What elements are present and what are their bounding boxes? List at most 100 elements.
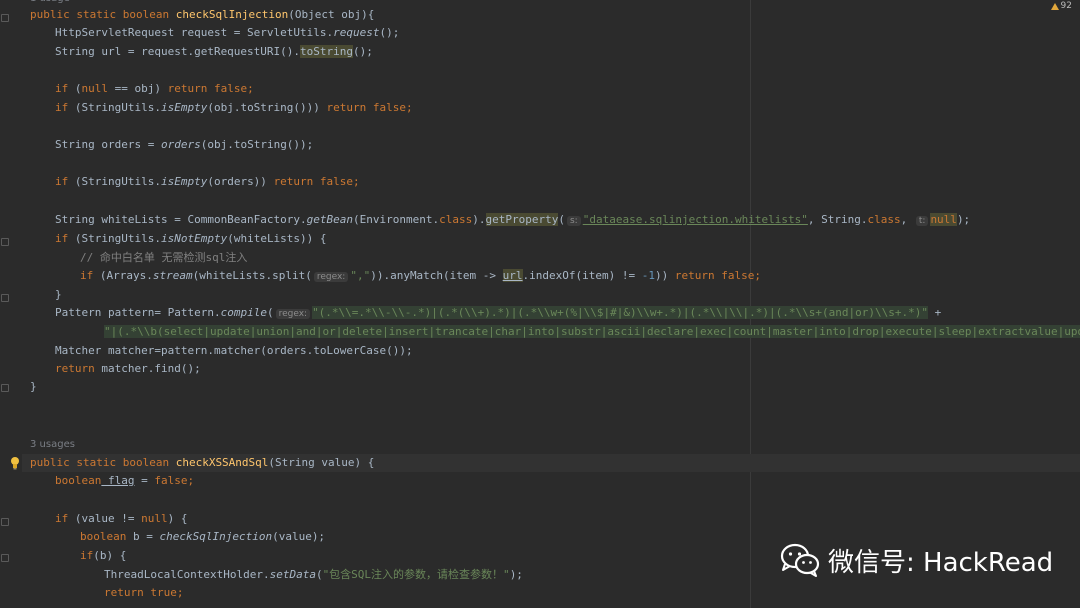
method-name[interactable]: checkXSSAndSql	[176, 456, 269, 469]
code-token: boolean	[55, 474, 102, 487]
code-token: );	[956, 213, 971, 226]
code-token: isEmpty	[160, 175, 208, 188]
code-token: ;	[247, 82, 254, 95]
code-token: ();	[379, 26, 400, 39]
code-token: b =	[126, 530, 160, 543]
usages-hint[interactable]: 3 usages	[30, 436, 1080, 454]
code-token: boolean	[80, 530, 127, 543]
code-token: String orders =	[55, 138, 161, 151]
code-token: return true	[104, 586, 177, 599]
wechat-icon	[780, 543, 820, 577]
code-token: getProperty	[485, 213, 559, 226]
code-token: HttpServletRequest request = ServletUtil…	[55, 26, 334, 39]
code-token: if	[55, 512, 69, 525]
code-token: orders	[160, 138, 201, 151]
code-token: if	[80, 269, 94, 282]
code-token: Pattern pattern= Pattern.	[55, 306, 221, 319]
code-line: if (StringUtils.isNotEmpty(whiteLists)) …	[55, 230, 1080, 248]
code-token: return false	[273, 175, 354, 188]
code-line: }	[30, 380, 37, 393]
code-token: null	[141, 512, 168, 525]
fold-marker[interactable]	[1, 294, 9, 302]
code-token: ThreadLocalContextHolder.	[104, 568, 270, 581]
lightbulb-icon[interactable]	[10, 456, 20, 470]
watermark-text: 微信号: HackRead	[828, 547, 1054, 578]
code-token: if	[80, 549, 94, 562]
code-token: isEmpty	[160, 101, 208, 114]
code-token: (obj.toString());	[200, 138, 314, 151]
fold-marker[interactable]	[1, 384, 9, 392]
string-literal: "dataease.sqlinjection.whitelists"	[582, 213, 808, 226]
code-token: matcher.find();	[94, 362, 201, 375]
code-token: public static boolean	[30, 8, 176, 21]
code-token: ;	[187, 474, 195, 487]
code-line: String orders = orders(obj.toString());	[55, 136, 1080, 154]
code-token: String url = request.getRequestURI().	[55, 45, 301, 58]
code-token: if	[55, 232, 69, 245]
code-line: "|(.*\\b(select|update|union|and|or|dele…	[104, 323, 1080, 341]
code-token: ) {	[167, 512, 188, 525]
code-token: (StringUtils.	[68, 175, 161, 188]
fold-marker[interactable]	[1, 238, 9, 246]
code-token: (value);	[272, 530, 326, 543]
code-token: (whiteLists)) {	[227, 232, 327, 245]
code-token: (Environment.	[353, 213, 440, 226]
fold-marker[interactable]	[1, 554, 9, 562]
regex-literal: "(.*\\=.*\\-\\-.*)|(.*(\\+).*)|(.*\\w+(%…	[312, 306, 928, 319]
code-token: );	[509, 568, 523, 581]
code-token: String whiteLists = CommonBeanFactory.	[55, 213, 307, 226]
code-token: (String value) {	[268, 456, 375, 469]
code-line: public static boolean checkXSSAndSql(Str…	[30, 454, 1080, 472]
code-line: String url = request.getRequestURI().toS…	[55, 43, 1080, 61]
code-token: (	[558, 213, 565, 226]
parameter-hint: s:	[566, 216, 581, 226]
code-token: (	[266, 306, 274, 319]
code-token: ;	[754, 269, 761, 282]
code-line: if (null == obj) return false;	[55, 80, 1080, 98]
code-line: }	[55, 288, 62, 301]
code-token: checkSqlInjection	[159, 530, 273, 543]
code-token: if	[55, 101, 69, 114]
parameter-hint: regex:	[275, 309, 311, 319]
code-token: (whiteLists.split(	[192, 269, 312, 282]
code-token: compile	[220, 306, 267, 319]
code-token: ;	[353, 175, 360, 188]
code-token: isNotEmpty	[160, 232, 228, 245]
code-line: if (value != null) {	[55, 510, 1080, 528]
code-token: getBean	[306, 213, 354, 226]
code-line: if (Arrays.stream(whiteLists.split(regex…	[80, 267, 1080, 285]
code-token: false	[154, 474, 188, 487]
code-token: null	[930, 213, 957, 226]
fold-marker[interactable]	[1, 14, 9, 22]
code-token: (StringUtils.	[68, 232, 161, 245]
code-line: HttpServletRequest request = ServletUtil…	[55, 24, 1080, 42]
code-token: if	[55, 82, 69, 95]
code-token: +	[927, 306, 942, 319]
code-token: class	[867, 213, 901, 226]
code-token: (b) {	[93, 549, 127, 562]
code-token: (	[68, 82, 82, 95]
fold-marker[interactable]	[1, 518, 9, 526]
string-literal: "包含SQL注入的参数，请检查参数！"	[322, 568, 510, 581]
code-token: url	[502, 269, 523, 282]
code-token: setData	[269, 568, 316, 581]
code-token: request	[333, 26, 380, 39]
code-token: ;	[406, 101, 413, 114]
editor-gutter[interactable]	[0, 0, 22, 608]
code-token: return false	[674, 269, 755, 282]
code-token: , String.	[807, 213, 868, 226]
parameter-hint: regex:	[313, 272, 349, 282]
code-line: if (StringUtils.isEmpty(orders)) return …	[55, 173, 1080, 191]
code-token: class	[439, 213, 473, 226]
code-editor[interactable]: 92 1 usage public static boolean checkSq…	[0, 0, 1080, 608]
code-token: ();	[353, 45, 373, 58]
code-token: flag	[101, 474, 135, 487]
code-token: ).	[472, 213, 486, 226]
code-token: == obj)	[108, 82, 168, 95]
code-line: return matcher.find();	[55, 360, 1080, 378]
code-token: stream	[152, 269, 193, 282]
method-name[interactable]: checkSqlInjection	[176, 8, 289, 21]
parameter-hint: t:	[915, 216, 929, 226]
code-token: )).anyMatch(item ->	[370, 269, 503, 282]
code-token: return false	[326, 101, 407, 114]
